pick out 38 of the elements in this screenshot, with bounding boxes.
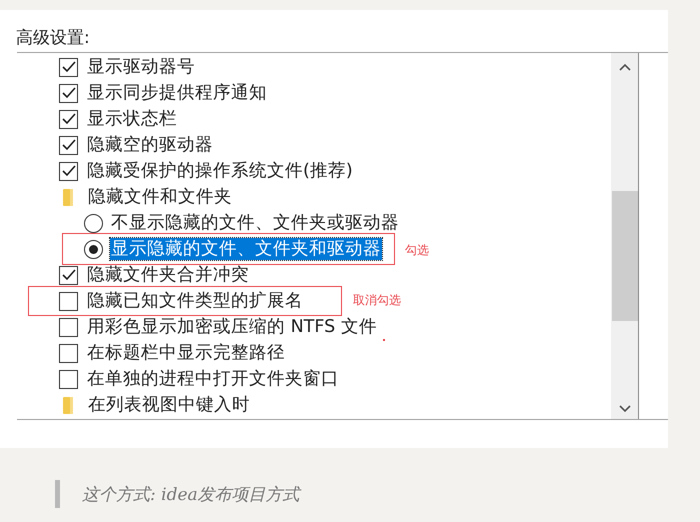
checkbox[interactable] — [59, 318, 78, 336]
group-label: 在列表视图中键入时 — [87, 394, 251, 416]
checkbox[interactable] — [59, 110, 78, 128]
option-label[interactable]: 隐藏已知文件类型的扩展名 — [86, 290, 304, 312]
option-label[interactable]: 显示同步提供程序通知 — [86, 82, 268, 104]
annotation-text: 勾选 — [405, 242, 429, 259]
quote-text: 这个方式: idea发布项目方式 — [82, 484, 300, 506]
group-label: 隐藏文件和文件夹 — [87, 186, 233, 208]
option-label[interactable]: 在标题栏中显示完整路径 — [86, 342, 286, 364]
scroll-up-icon[interactable] — [618, 63, 630, 71]
scroll-down-icon[interactable] — [618, 405, 630, 413]
dot-mark — [383, 339, 385, 341]
checkbox[interactable] — [59, 58, 78, 76]
selected-option-label[interactable]: 显示隐藏的文件、文件夹和驱动器 — [110, 238, 382, 260]
checkbox[interactable] — [59, 292, 78, 310]
radio-button[interactable] — [84, 240, 103, 258]
checkbox[interactable] — [59, 370, 78, 388]
checkbox[interactable] — [59, 344, 78, 362]
option-label[interactable]: 在单独的进程中打开文件夹窗口 — [86, 368, 340, 390]
checkbox[interactable] — [59, 84, 78, 102]
option-label[interactable]: 用彩色显示加密或压缩的 NTFS 文件 — [86, 316, 378, 338]
quote-bar — [55, 480, 60, 508]
option-label[interactable]: 隐藏受保护的操作系统文件(推荐) — [86, 160, 354, 182]
scrollbar[interactable] — [611, 53, 639, 419]
option-label[interactable]: 显示驱动器号 — [86, 56, 196, 78]
annotation-text: 取消勾选 — [353, 292, 401, 309]
option-label[interactable]: 显示状态栏 — [86, 108, 178, 130]
radio-button[interactable] — [84, 214, 103, 232]
checkbox[interactable] — [59, 266, 78, 284]
option-label[interactable]: 不显示隐藏的文件、文件夹或驱动器 — [110, 212, 400, 234]
folder-icon — [63, 188, 73, 206]
option-label[interactable]: 隐藏文件夹合并冲突 — [86, 264, 250, 286]
section-label: 高级设置: — [15, 27, 91, 50]
option-label[interactable]: 隐藏空的驱动器 — [86, 134, 214, 156]
checkbox[interactable] — [59, 162, 78, 180]
checkbox[interactable] — [59, 136, 78, 154]
folder-icon — [63, 396, 73, 414]
scroll-thumb[interactable] — [612, 191, 638, 321]
